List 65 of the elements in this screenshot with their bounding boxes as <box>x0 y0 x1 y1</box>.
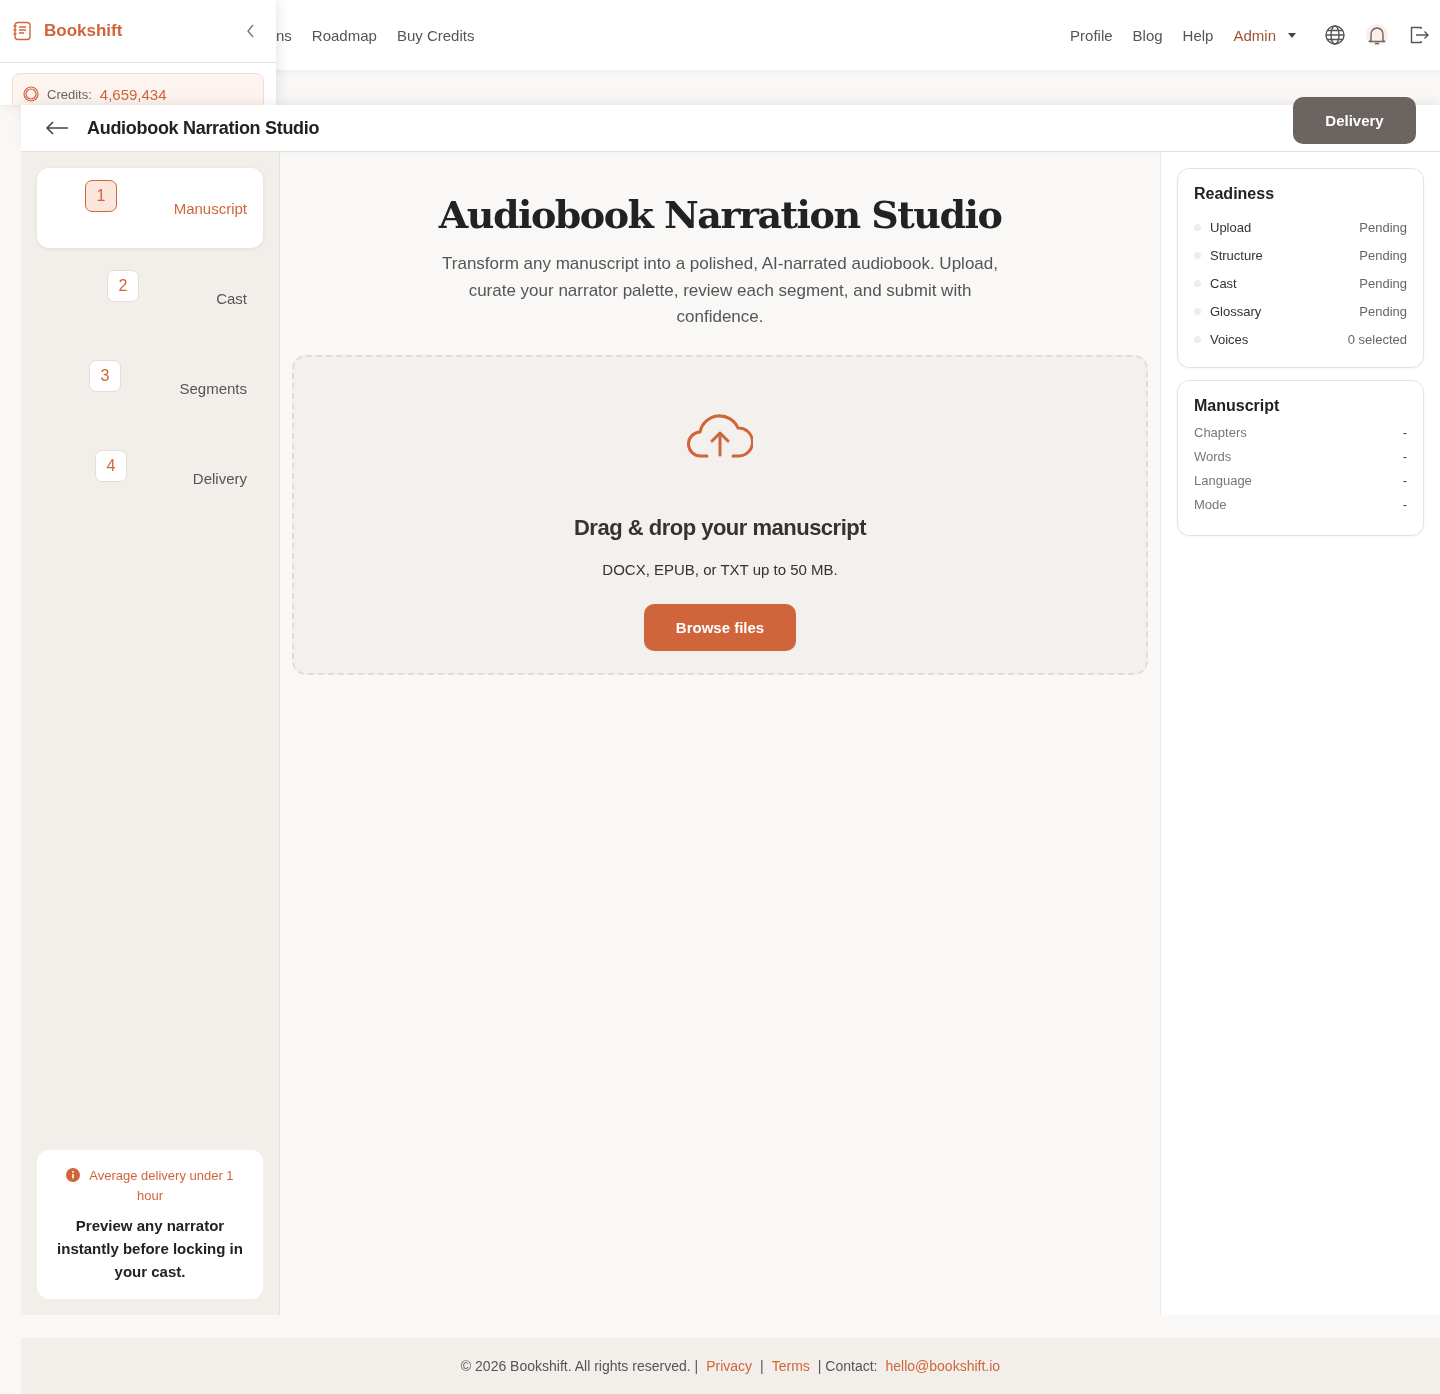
caret-icon <box>1288 32 1296 38</box>
card-title: Readiness <box>1194 185 1276 203</box>
readiness-status: Pending <box>1359 247 1407 263</box>
collapse-icon[interactable] <box>246 24 256 38</box>
stat-label: Chapters <box>1194 425 1247 442</box>
email-link[interactable]: hello@bookshift.io <box>885 1358 1001 1374</box>
hero-subtitle: Transform any manuscript into a polished, AI-narrated audiobook. Upload, curate your narrator palette, review each segment, and submit with confidence. <box>441 253 999 328</box>
admin-menu[interactable]: Admin <box>1233 26 1296 44</box>
card-title: Manuscript <box>1194 397 1281 415</box>
notebook-icon <box>12 21 32 41</box>
tip-text: Preview any narrator instantly before locking in your cast. <box>56 1216 244 1282</box>
readiness-status: Pending <box>1359 303 1407 319</box>
stat-label: Language <box>1194 473 1252 490</box>
stat-value: - <box>1402 473 1407 490</box>
dropzone-title: Drag & drop your manuscript <box>573 514 867 541</box>
dropzone-hint: DOCX, EPUB, or TXT up to 50 MB. <box>602 560 838 578</box>
step-item[interactable]: 4 Delivery <box>37 438 263 518</box>
dropzone[interactable]: Drag & drop your manuscript DOCX, EPUB, or TXT up to 50 MB. Browse files <box>292 354 1148 675</box>
step-label: Manuscript <box>173 200 247 219</box>
step-number: 1 <box>85 180 117 212</box>
nav-link[interactable]: Blog <box>1132 26 1163 44</box>
stat-value: - <box>1402 449 1407 466</box>
stat-label: Words <box>1194 449 1232 466</box>
readiness-label: Glossary <box>1210 303 1262 319</box>
notification-bell-icon[interactable] <box>1366 24 1388 46</box>
globe-icon[interactable] <box>1324 24 1346 46</box>
back-arrow-icon[interactable] <box>45 121 69 135</box>
step-number: 4 <box>95 450 127 482</box>
step-number: 3 <box>89 360 121 392</box>
readiness-status: 0 selected <box>1347 331 1407 347</box>
readiness-label: Voices <box>1210 331 1249 347</box>
credits-label: Credits: <box>47 86 92 102</box>
step-item[interactable]: 3 Segments <box>37 348 263 428</box>
delivery-button[interactable]: Delivery <box>1293 96 1416 144</box>
readiness-label: Structure <box>1210 247 1263 263</box>
logout-icon[interactable] <box>1408 24 1430 46</box>
tip-note: Average delivery under 1 hour <box>89 1168 234 1203</box>
step-label: Cast <box>216 290 247 309</box>
nav-link[interactable]: Roadmap <box>311 26 377 44</box>
page-title: Audiobook Narration Studio <box>87 117 320 139</box>
step-number: 2 <box>107 270 139 302</box>
readiness-label: Cast <box>1210 275 1237 291</box>
copyright-text: © 2026 Bookshift. All rights reserved. | <box>460 1358 699 1374</box>
contact-label: | Contact: <box>817 1358 878 1374</box>
browse-files-button[interactable]: Browse files <box>644 603 796 651</box>
hero-title: Audiobook Narration Studio <box>438 192 1002 237</box>
credits-value: 4,659,434 <box>99 85 167 103</box>
stat-value: - <box>1402 497 1407 514</box>
nav-link[interactable]: ns <box>276 26 292 44</box>
stat-label: Mode <box>1194 497 1227 514</box>
nav-link[interactable]: Buy Credits <box>396 26 475 44</box>
info-icon <box>66 1168 81 1182</box>
coin-icon <box>23 86 39 102</box>
nav-link[interactable]: Profile <box>1070 26 1113 44</box>
readiness-label: Upload <box>1210 219 1252 235</box>
step-label: Segments <box>179 380 247 399</box>
brand-name: Bookshift <box>44 21 123 41</box>
readiness-status: Pending <box>1359 219 1407 235</box>
stat-value: - <box>1402 425 1407 442</box>
nav-link[interactable]: Help <box>1182 26 1214 44</box>
separator-text: | <box>760 1358 764 1374</box>
step-item[interactable]: 2 Cast <box>37 258 263 338</box>
readiness-status: Pending <box>1359 275 1407 291</box>
step-item[interactable]: 1 Manuscript <box>37 168 263 248</box>
step-label: Delivery <box>192 470 247 489</box>
